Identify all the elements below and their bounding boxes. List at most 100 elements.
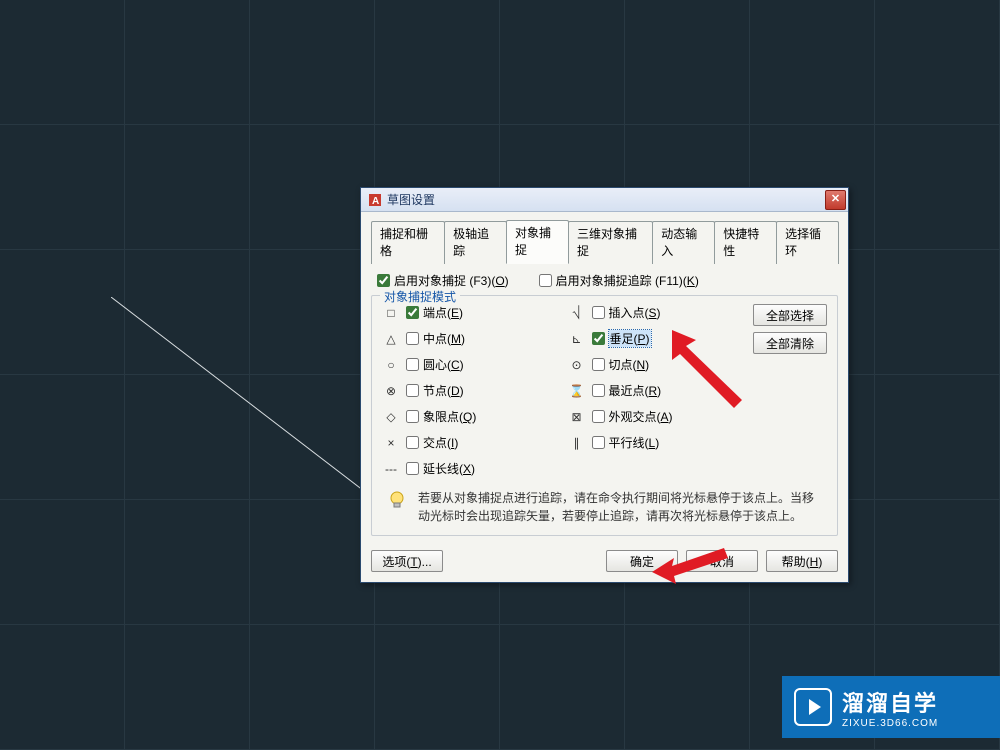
snap-left-symbol-3: ⊗ xyxy=(382,384,400,398)
watermark-text: 溜溜自学 ZIXUE.3D66.COM xyxy=(842,686,938,729)
snap-left-checkbox-5[interactable]: 交点(I) xyxy=(406,434,458,451)
enable-otrack-checkbox[interactable]: 启用对象捕捉追踪 (F11)(K) xyxy=(539,272,699,289)
snap-left-symbol-2: ○ xyxy=(382,358,400,372)
snap-left-row-3: ⊗ 节点(D) xyxy=(382,382,554,399)
enable-otrack-input[interactable] xyxy=(539,274,552,287)
drawn-line xyxy=(111,297,381,504)
osnap-modes-fieldset: 对象捕捉模式 □端点(E)△中点(M)○圆心(C)⊗节点(D)◇象限点(Q)×交… xyxy=(371,295,838,536)
clear-all-button[interactable]: 全部清除 xyxy=(753,332,827,354)
select-all-button[interactable]: 全部选择 xyxy=(753,304,827,326)
lightbulb-icon xyxy=(386,489,408,511)
snap-right-label-1: 垂足(P) xyxy=(609,330,651,347)
snap-left-symbol-0: □ xyxy=(382,306,400,320)
snap-left-input-4[interactable] xyxy=(406,410,419,423)
snap-left-checkbox-6[interactable]: 延长线(X) xyxy=(406,460,475,477)
snap-left-symbol-4: ◇ xyxy=(382,410,400,424)
tab-osnap[interactable]: 对象捕捉 xyxy=(506,220,569,264)
snap-right-checkbox-3[interactable]: 最近点(R) xyxy=(592,382,662,399)
app-icon: A xyxy=(367,192,383,208)
snap-left-checkbox-2[interactable]: 圆心(C) xyxy=(406,356,464,373)
snap-right-row-1: ⊾ 垂足(P) xyxy=(568,330,740,347)
snap-left-input-3[interactable] xyxy=(406,384,419,397)
snap-left-label-3: 节点(D) xyxy=(423,382,464,399)
snap-right-label-5: 平行线(L) xyxy=(609,434,660,451)
snap-left-symbol-5: × xyxy=(382,436,400,450)
snap-left-label-1: 中点(M) xyxy=(423,330,465,347)
snap-right-symbol-5: ∥ xyxy=(568,436,586,450)
snap-right-checkbox-2[interactable]: 切点(N) xyxy=(592,356,650,373)
snap-right-input-5[interactable] xyxy=(592,436,605,449)
snap-left-symbol-6: --- xyxy=(382,462,400,476)
snap-left-label-0: 端点(E) xyxy=(423,304,463,321)
snap-right-label-4: 外观交点(A) xyxy=(609,408,673,425)
tab-bar: 捕捉和栅格 极轴追踪 对象捕捉 三维对象捕捉 动态输入 快捷特性 选择循环 xyxy=(371,220,838,264)
close-button[interactable]: ✕ xyxy=(825,190,846,210)
hint-row: 若要从对象捕捉点进行追踪，请在命令执行期间将光标悬停于该点上。当移动光标时会出现… xyxy=(382,483,827,525)
snap-right-symbol-0: ⎷ xyxy=(568,305,586,320)
snap-left-column: □ 端点(E) △ 中点(M) ○ 圆心(C) ⊗ 节点(D) ◇ 象限点(Q) × 交点(I) ---… xyxy=(382,304,554,477)
tab-3d-osnap[interactable]: 三维对象捕捉 xyxy=(568,221,653,264)
snap-left-row-0: □ 端点(E) xyxy=(382,304,554,321)
watermark: 溜溜自学 ZIXUE.3D66.COM xyxy=(782,676,1000,738)
ok-button[interactable]: 确定 xyxy=(606,550,678,572)
snap-left-input-1[interactable] xyxy=(406,332,419,345)
enable-otrack-label: 启用对象捕捉追踪 (F11)(K) xyxy=(556,272,699,289)
dialog-button-row: 选项(T)... 确定 取消 帮助(H) xyxy=(371,550,838,572)
snap-right-symbol-3: ⌛ xyxy=(568,384,586,398)
snap-left-row-2: ○ 圆心(C) xyxy=(382,356,554,373)
snap-left-checkbox-4[interactable]: 象限点(Q) xyxy=(406,408,476,425)
snap-right-checkbox-4[interactable]: 外观交点(A) xyxy=(592,408,673,425)
snap-right-input-1[interactable] xyxy=(592,332,605,345)
tab-snap-grid[interactable]: 捕捉和栅格 xyxy=(371,221,445,264)
help-button[interactable]: 帮助(H) xyxy=(766,550,838,572)
dialog-titlebar[interactable]: A 草图设置 ✕ xyxy=(361,188,848,212)
cancel-button[interactable]: 取消 xyxy=(686,550,758,572)
snap-left-input-0[interactable] xyxy=(406,306,419,319)
snap-right-column: ⎷ 插入点(S) ⊾ 垂足(P) ⊙ 切点(N) ⌛ 最近点(R) ⊠ 外观交点(A) ∥ 平行线(L… xyxy=(568,304,740,477)
snap-right-row-3: ⌛ 最近点(R) xyxy=(568,382,740,399)
snap-right-input-4[interactable] xyxy=(592,410,605,423)
snap-right-row-2: ⊙ 切点(N) xyxy=(568,356,740,373)
snap-left-checkbox-1[interactable]: 中点(M) xyxy=(406,330,465,347)
enable-osnap-input[interactable] xyxy=(377,274,390,287)
snap-right-row-4: ⊠ 外观交点(A) xyxy=(568,408,740,425)
snap-right-label-2: 切点(N) xyxy=(609,356,650,373)
drafting-settings-dialog: A 草图设置 ✕ 捕捉和栅格 极轴追踪 对象捕捉 三维对象捕捉 动态输入 快捷特… xyxy=(360,187,849,583)
snap-left-input-2[interactable] xyxy=(406,358,419,371)
snap-right-checkbox-0[interactable]: 插入点(S) xyxy=(592,304,661,321)
snap-right-input-2[interactable] xyxy=(592,358,605,371)
snap-left-row-4: ◇ 象限点(Q) xyxy=(382,408,554,425)
snap-right-row-5: ∥ 平行线(L) xyxy=(568,434,740,451)
tab-quick-props[interactable]: 快捷特性 xyxy=(714,221,777,264)
snap-right-symbol-4: ⊠ xyxy=(568,410,586,424)
fieldset-legend: 对象捕捉模式 xyxy=(380,288,460,305)
enable-osnap-label: 启用对象捕捉 (F3)(O) xyxy=(394,272,509,289)
snap-right-checkbox-1[interactable]: 垂足(P) xyxy=(592,330,651,347)
dialog-title: 草图设置 xyxy=(387,191,825,208)
snap-left-row-6: --- 延长线(X) xyxy=(382,460,554,477)
close-icon: ✕ xyxy=(831,194,840,205)
snap-left-checkbox-3[interactable]: 节点(D) xyxy=(406,382,464,399)
snap-right-symbol-2: ⊙ xyxy=(568,358,586,372)
tab-selection-cycle[interactable]: 选择循环 xyxy=(776,221,839,264)
snap-left-label-6: 延长线(X) xyxy=(423,460,475,477)
snap-right-label-0: 插入点(S) xyxy=(609,304,661,321)
snap-left-checkbox-0[interactable]: 端点(E) xyxy=(406,304,463,321)
tab-polar[interactable]: 极轴追踪 xyxy=(444,221,507,264)
snap-left-symbol-1: △ xyxy=(382,332,400,346)
snap-left-label-5: 交点(I) xyxy=(423,434,458,451)
snap-left-input-5[interactable] xyxy=(406,436,419,449)
enable-osnap-checkbox[interactable]: 启用对象捕捉 (F3)(O) xyxy=(377,272,509,289)
snap-right-symbol-1: ⊾ xyxy=(568,332,586,346)
snap-left-row-5: × 交点(I) xyxy=(382,434,554,451)
snap-right-input-3[interactable] xyxy=(592,384,605,397)
watermark-main: 溜溜自学 xyxy=(842,686,938,718)
snap-right-checkbox-5[interactable]: 平行线(L) xyxy=(592,434,660,451)
snap-right-input-0[interactable] xyxy=(592,306,605,319)
options-button[interactable]: 选项(T)... xyxy=(371,550,443,572)
tab-dynamic-input[interactable]: 动态输入 xyxy=(652,221,715,264)
snap-left-row-1: △ 中点(M) xyxy=(382,330,554,347)
snap-grid: □ 端点(E) △ 中点(M) ○ 圆心(C) ⊗ 节点(D) ◇ 象限点(Q) × 交点(I) ---… xyxy=(382,304,827,477)
snap-left-input-6[interactable] xyxy=(406,462,419,475)
snap-left-label-2: 圆心(C) xyxy=(423,356,464,373)
